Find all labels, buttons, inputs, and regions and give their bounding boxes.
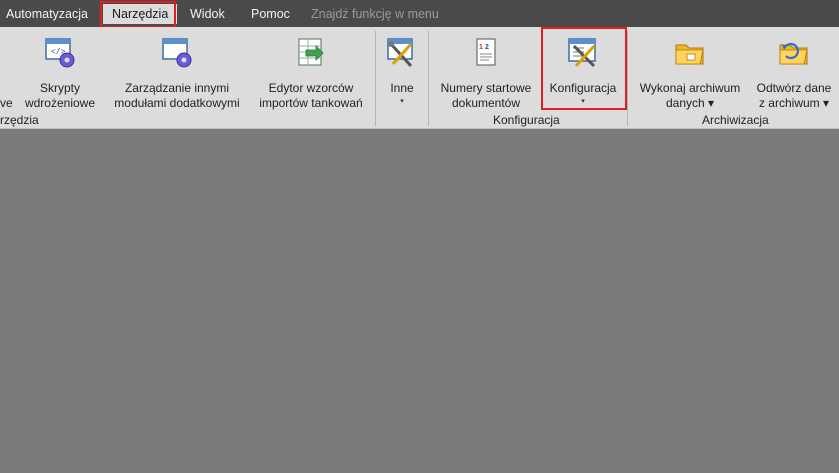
konfiguracja-caret: ▾ [581, 98, 585, 105]
ribbon-button-partial[interactable]: ve [0, 30, 12, 115]
ribbon-separator [627, 31, 628, 126]
group-label-konfiguracja: Konfiguracja [493, 113, 560, 127]
svg-text:1: 1 [479, 44, 483, 51]
wykonaj-label-1: Wykonaj archiwum [639, 81, 741, 95]
menu-widok[interactable]: Widok [190, 4, 225, 24]
inne-caret: ▾ [400, 98, 404, 105]
inne-label: Inne [390, 81, 414, 95]
menu-search-input[interactable]: Znajdź funkcję w menu [311, 4, 439, 24]
zarzadzanie-label-2: modułami dodatkowymi [114, 96, 240, 110]
skrypty-label-2: wdrożeniowe [24, 96, 96, 110]
group-label-narzedzia: rzędzia [0, 113, 39, 127]
svg-text:2: 2 [485, 44, 489, 51]
edytor-wzorcow-button[interactable]: Edytor wzorców importów tankowań [254, 30, 368, 115]
zarzadzanie-label-1: Zarządzanie innymi [124, 81, 230, 95]
ribbon-separator [375, 31, 376, 126]
archive-folder-icon [675, 44, 704, 65]
table-import-icon [298, 38, 324, 66]
restore-folder-icon [779, 42, 808, 65]
module-gear-icon [162, 38, 192, 68]
skrypty-label-1: Skrypty [39, 81, 80, 95]
edytor-label-2: importów tankowań [259, 96, 363, 110]
menu-pomoc[interactable]: Pomoc [251, 4, 290, 24]
wykonaj-label-2: danych ▾ [665, 96, 715, 110]
edytor-label-1: Edytor wzorców [268, 81, 354, 95]
configuration-icon [568, 38, 596, 68]
tools-icon [387, 38, 413, 68]
numery-startowe-button[interactable]: 1 2 Numery startowe dokumentów [436, 30, 536, 115]
zarzadzanie-modulami-button[interactable]: Zarządzanie innymi modułami dodatkowymi [106, 30, 248, 115]
wykonaj-archiwum-button[interactable]: Wykonaj archiwum danych ▾ [634, 30, 746, 115]
menu-narzedzia[interactable]: Narzędzia [103, 4, 178, 24]
skrypty-wdrozeniowe-button[interactable]: </> Skrypty wdrożeniowe [20, 30, 100, 115]
numbered-document-icon: 1 2 [476, 38, 496, 66]
menu-bar: Automatyzacja Narzędzia Widok Pomoc Znaj… [0, 0, 839, 27]
menu-automatyzacja[interactable]: Automatyzacja [6, 4, 88, 24]
odtworz-label-2: z archiwum ▾ [758, 96, 830, 110]
odtworz-label-1: Odtwórz dane [756, 81, 832, 95]
konfiguracja-label: Konfiguracja [549, 81, 617, 95]
numery-label-1: Numery startowe [440, 81, 532, 95]
workspace [0, 129, 839, 473]
script-gear-icon: </> [45, 38, 75, 68]
group-label-archiwizacja: Archiwizacja [702, 113, 769, 127]
inne-button[interactable]: Inne ▾ [380, 30, 424, 115]
ribbon-button-partial-label: ve [0, 96, 12, 110]
ribbon-separator [428, 31, 429, 126]
odtworz-dane-button[interactable]: Odtwórz dane z archiwum ▾ [752, 30, 836, 115]
numery-label-2: dokumentów [451, 96, 521, 110]
konfiguracja-button[interactable]: Konfiguracja ▾ [543, 30, 623, 115]
